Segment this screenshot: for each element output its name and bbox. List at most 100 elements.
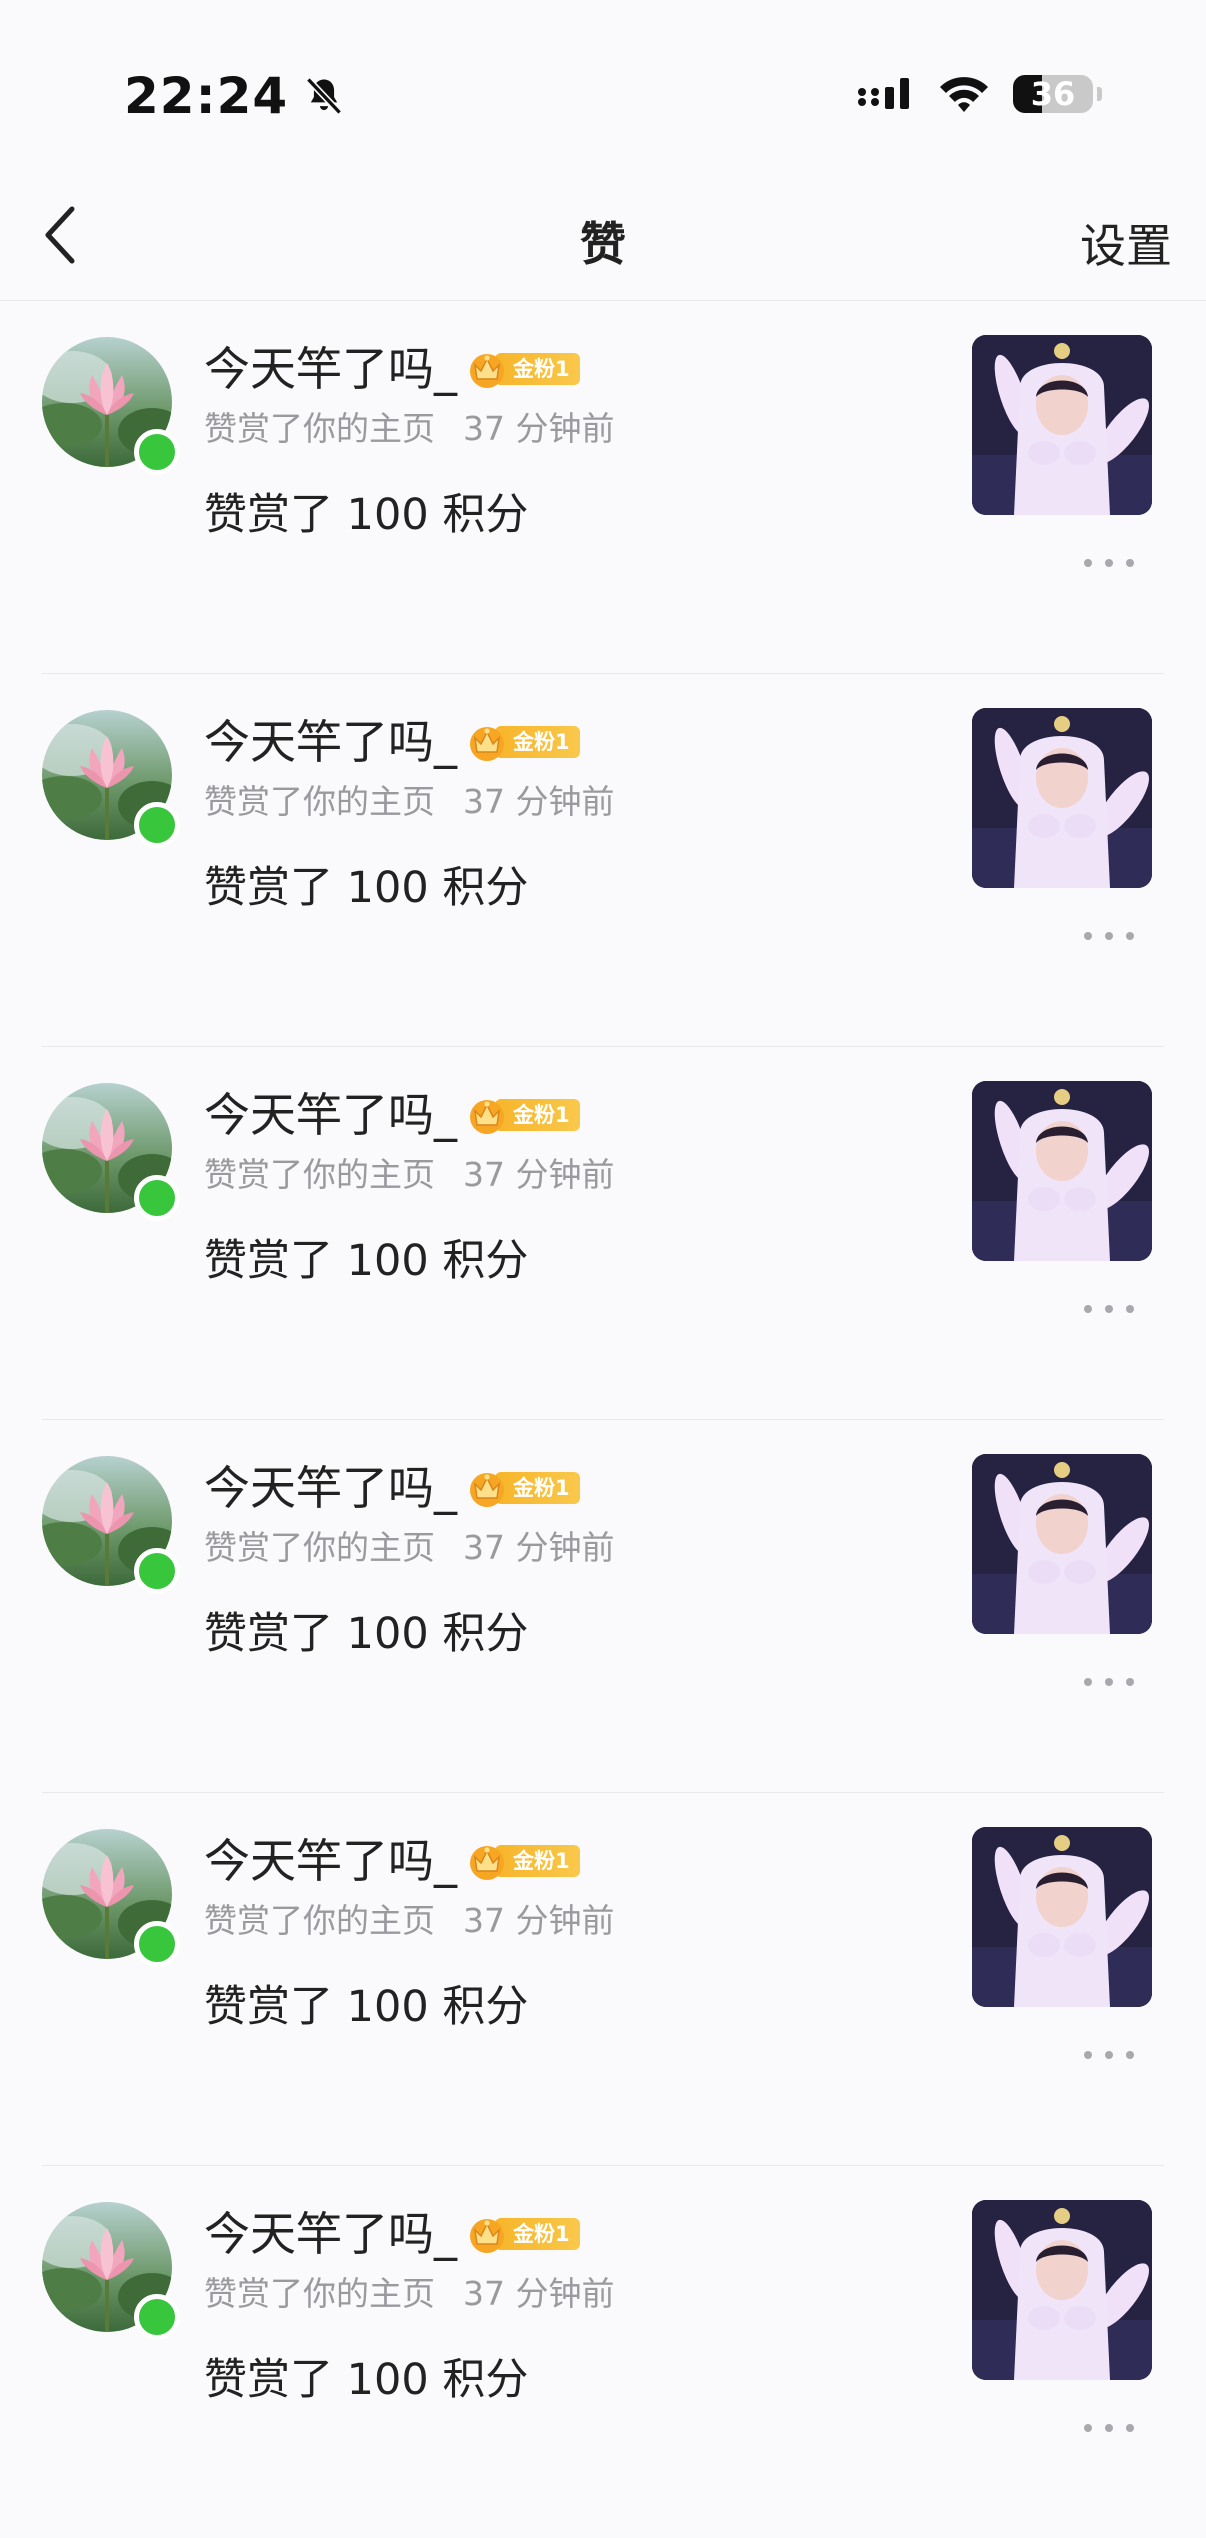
nav-bar: 赞 设置 [0, 170, 1206, 301]
notification-item[interactable]: 今天竿了吗_ 金粉1 赞赏了你的主页 37 分钟前 赞赏了 100 积分 [42, 1793, 1164, 2166]
time-ago: 37 分钟前 [463, 1528, 615, 1567]
action-text: 赞赏了你的主页 [204, 1155, 435, 1194]
online-status-dot [134, 1175, 180, 1221]
more-dot [1105, 559, 1113, 567]
more-dot [1126, 1678, 1134, 1686]
thumbnail-image [972, 708, 1152, 888]
more-dot [1126, 2424, 1134, 2432]
fan-level-badge: 金粉1 [465, 2217, 580, 2253]
time-ago: 37 分钟前 [463, 2274, 615, 2313]
more-options-button[interactable] [1084, 1297, 1134, 1321]
notification-item[interactable]: 今天竿了吗_ 金粉1 赞赏了你的主页 37 分钟前 赞赏了 100 积分 [42, 301, 1164, 674]
more-dot [1126, 559, 1134, 567]
name-row: 今天竿了吗_ 金粉1 [204, 2204, 580, 2264]
action-text: 赞赏了你的主页 [204, 2274, 435, 2313]
more-dot [1105, 1678, 1113, 1686]
post-thumbnail[interactable] [972, 1827, 1152, 2007]
fan-level-badge: 金粉1 [465, 725, 580, 761]
status-time-group: 22:24 [124, 66, 346, 126]
thumbnail-image [972, 1827, 1152, 2007]
crown-icon [470, 354, 504, 388]
online-status-dot [134, 802, 180, 848]
notification-list: 今天竿了吗_ 金粉1 赞赏了你的主页 37 分钟前 赞赏了 100 积分 今天竿… [0, 301, 1206, 2538]
username[interactable]: 今天竿了吗_ [204, 1085, 457, 1145]
notification-content: 赞赏了 100 积分 [204, 490, 529, 540]
wifi-icon [940, 77, 988, 112]
name-row: 今天竿了吗_ 金粉1 [204, 712, 580, 772]
username[interactable]: 今天竿了吗_ [204, 1831, 457, 1891]
more-options-button[interactable] [1084, 551, 1134, 575]
action-meta: 赞赏了你的主页 37 分钟前 [204, 2272, 614, 2316]
action-text: 赞赏了你的主页 [204, 782, 435, 821]
action-text: 赞赏了你的主页 [204, 1528, 435, 1567]
online-status-dot [134, 1548, 180, 1594]
more-dot [1105, 1305, 1113, 1313]
post-thumbnail[interactable] [972, 708, 1152, 888]
notification-item[interactable]: 今天竿了吗_ 金粉1 赞赏了你的主页 37 分钟前 赞赏了 100 积分 [42, 1420, 1164, 1793]
action-meta: 赞赏了你的主页 37 分钟前 [204, 1899, 614, 1943]
more-options-button[interactable] [1084, 924, 1134, 948]
more-dot [1105, 2424, 1113, 2432]
more-dot [1126, 1305, 1134, 1313]
name-row: 今天竿了吗_ 金粉1 [204, 1831, 580, 1891]
fan-level-badge: 金粉1 [465, 1098, 580, 1134]
name-row: 今天竿了吗_ 金粉1 [204, 339, 580, 399]
more-dot [1105, 932, 1113, 940]
post-thumbnail[interactable] [972, 2200, 1152, 2380]
more-dot [1084, 2051, 1092, 2059]
name-row: 今天竿了吗_ 金粉1 [204, 1085, 580, 1145]
post-thumbnail[interactable] [972, 1081, 1152, 1261]
post-thumbnail[interactable] [972, 1454, 1152, 1634]
notification-content: 赞赏了 100 积分 [204, 2355, 529, 2405]
crown-icon [470, 1100, 504, 1134]
action-meta: 赞赏了你的主页 37 分钟前 [204, 1526, 614, 1570]
settings-button[interactable]: 设置 [1080, 210, 1172, 276]
online-status-dot [134, 429, 180, 475]
status-time: 22:24 [124, 67, 289, 125]
status-icons: 36 [855, 74, 1102, 114]
fan-level-badge: 金粉1 [465, 1844, 580, 1880]
signal-icon [858, 78, 909, 109]
notification-content: 赞赏了 100 积分 [204, 1609, 529, 1659]
bell-muted-icon [306, 77, 343, 115]
action-text: 赞赏了你的主页 [204, 409, 435, 448]
online-status-dot [134, 2294, 180, 2340]
notification-item[interactable]: 今天竿了吗_ 金粉1 赞赏了你的主页 37 分钟前 赞赏了 100 积分 [42, 674, 1164, 1047]
more-options-button[interactable] [1084, 2043, 1134, 2067]
username[interactable]: 今天竿了吗_ [204, 339, 457, 399]
action-meta: 赞赏了你的主页 37 分钟前 [204, 780, 614, 824]
crown-icon [470, 1846, 504, 1880]
notification-item[interactable]: 今天竿了吗_ 金粉1 赞赏了你的主页 37 分钟前 赞赏了 100 积分 [42, 2166, 1164, 2538]
more-dot [1084, 932, 1092, 940]
name-row: 今天竿了吗_ 金粉1 [204, 1458, 580, 1518]
username[interactable]: 今天竿了吗_ [204, 712, 457, 772]
page-title: 赞 [580, 217, 626, 271]
more-dot [1084, 2424, 1092, 2432]
battery-level: 36 [1030, 75, 1076, 113]
fan-level-badge: 金粉1 [465, 1471, 580, 1507]
post-thumbnail[interactable] [972, 335, 1152, 515]
crown-icon [470, 1473, 504, 1507]
status-bar: 22:24 36 [0, 0, 1206, 170]
more-dot [1126, 932, 1134, 940]
thumbnail-image [972, 1454, 1152, 1634]
more-dot [1084, 559, 1092, 567]
time-ago: 37 分钟前 [463, 1155, 615, 1194]
notification-content: 赞赏了 100 积分 [204, 1236, 529, 1286]
more-options-button[interactable] [1084, 2416, 1134, 2440]
username[interactable]: 今天竿了吗_ [204, 1458, 457, 1518]
notification-content: 赞赏了 100 积分 [204, 863, 529, 913]
more-dot [1105, 2051, 1113, 2059]
more-dot [1126, 2051, 1134, 2059]
crown-icon [470, 2219, 504, 2253]
time-ago: 37 分钟前 [463, 1901, 615, 1940]
action-meta: 赞赏了你的主页 37 分钟前 [204, 1153, 614, 1197]
battery-icon: 36 [1013, 75, 1093, 113]
more-options-button[interactable] [1084, 1670, 1134, 1694]
notification-item[interactable]: 今天竿了吗_ 金粉1 赞赏了你的主页 37 分钟前 赞赏了 100 积分 [42, 1047, 1164, 1420]
action-meta: 赞赏了你的主页 37 分钟前 [204, 407, 614, 451]
online-status-dot [134, 1921, 180, 1967]
crown-icon [470, 727, 504, 761]
username[interactable]: 今天竿了吗_ [204, 2204, 457, 2264]
thumbnail-image [972, 1081, 1152, 1261]
